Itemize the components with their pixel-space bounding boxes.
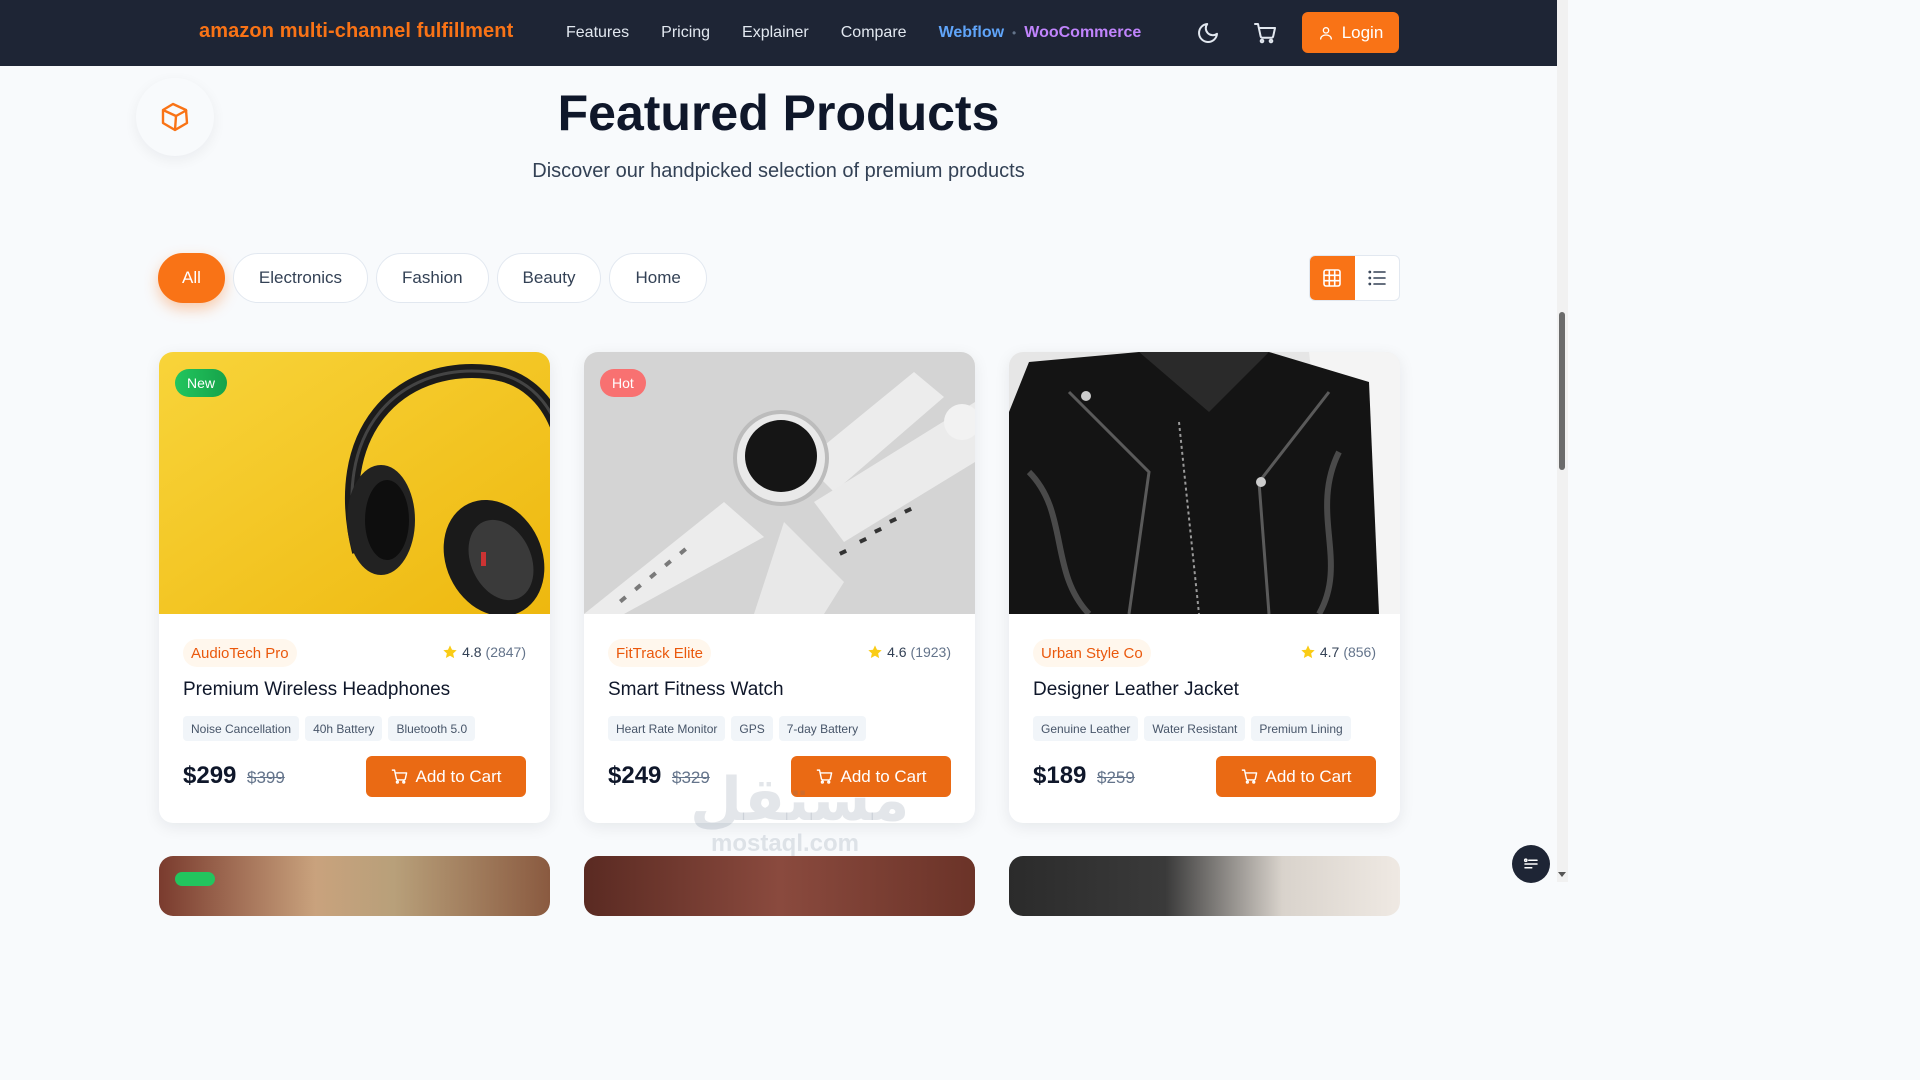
cart-button[interactable] [1250, 18, 1280, 48]
product-price: $299 [183, 762, 237, 789]
feature-tag: 7-day Battery [778, 716, 867, 741]
rating-value: 4.7 [1319, 644, 1340, 660]
product-card[interactable]: Hot FitTrack Elite 4.6 (1923) Smart Fitn… [584, 352, 975, 823]
product-card-partial[interactable] [584, 856, 975, 916]
feature-tag: Heart Rate Monitor [608, 716, 726, 741]
product-card-partial[interactable] [1009, 856, 1400, 916]
watermark: مستقل mostaql.com [690, 766, 910, 858]
product-old-price: $259 [1097, 768, 1135, 787]
review-count: (856) [1343, 644, 1376, 660]
scroll-down-arrow[interactable] [1558, 872, 1566, 877]
filter-beauty[interactable]: Beauty [496, 253, 602, 303]
nav-link-explainer[interactable]: Explainer [742, 24, 809, 42]
list-icon [1368, 270, 1386, 286]
star-icon [868, 645, 882, 659]
section-title: Featured Products [557, 85, 1000, 141]
nav-link-pricing[interactable]: Pricing [661, 24, 710, 42]
product-card[interactable]: New AudioTech Pro 4.8 (2847) Premium Wir… [159, 352, 550, 823]
feature-tag: 40h Battery [305, 716, 383, 741]
product-badge: New [175, 369, 228, 397]
product-rating: 4.6 (1923) [867, 644, 951, 660]
feature-tag: Bluetooth 5.0 [388, 716, 476, 741]
feature-tag: Genuine Leather [1033, 716, 1139, 741]
feature-tag: Premium Lining [1251, 716, 1351, 741]
user-icon [1319, 26, 1332, 40]
feature-tag: GPS [731, 716, 773, 741]
product-brand: AudioTech Pro [183, 639, 297, 667]
review-count: (1923) [910, 644, 951, 660]
floating-menu-button[interactable] [1512, 845, 1550, 883]
product-badge-partial [175, 872, 215, 886]
product-features: Heart Rate Monitor GPS 7-day Battery [608, 716, 867, 741]
brand-logo-text[interactable]: amazon multi-channel fulfillment [199, 20, 513, 43]
view-toggle [1309, 255, 1400, 301]
add-to-cart-button[interactable]: Add to Cart [366, 756, 526, 797]
login-button[interactable]: Login [1302, 12, 1399, 53]
add-to-cart-button[interactable]: Add to Cart [1216, 756, 1376, 797]
review-count: (2847) [485, 644, 526, 660]
star-icon [443, 645, 457, 659]
add-to-cart-label: Add to Cart [415, 766, 502, 786]
rating-value: 4.6 [887, 644, 907, 660]
star-icon [1301, 645, 1315, 659]
filter-home[interactable]: Home [609, 253, 707, 303]
product-features: Genuine Leather Water Resistant Premium … [1033, 716, 1351, 741]
feature-tag: Noise Cancellation [183, 716, 300, 741]
add-to-cart-label: Add to Cart [1265, 766, 1352, 786]
category-filter: All Electronics Fashion Beauty Home [158, 253, 707, 303]
section-subtitle: Discover our handpicked selection of pre… [532, 160, 1025, 182]
nav-link-features[interactable]: Features [566, 24, 629, 42]
product-brand: FitTrack Elite [608, 639, 711, 667]
nav-links: Features Pricing Explainer Compare Webfl… [566, 0, 1141, 66]
product-card[interactable]: Urban Style Co 4.7 (856) Designer Leathe… [1009, 352, 1400, 823]
product-price: $249 [608, 762, 662, 789]
rating-value: 4.8 [462, 644, 482, 660]
product-name[interactable]: Smart Fitness Watch [608, 679, 784, 701]
nav-separator: • [1012, 26, 1017, 40]
nav-link-woocommerce[interactable]: WooCommerce [1024, 24, 1141, 42]
cart-icon [391, 769, 407, 784]
cart-icon [1254, 23, 1276, 44]
product-rating: 4.8 (2847) [442, 644, 526, 660]
scrollbar-thumb[interactable] [1559, 312, 1565, 470]
product-badge: Hot [600, 369, 646, 397]
product-card-partial[interactable] [159, 856, 550, 916]
theme-toggle-button[interactable] [1193, 18, 1223, 48]
filter-electronics[interactable]: Electronics [232, 253, 369, 303]
filter-fashion[interactable]: Fashion [376, 253, 489, 303]
product-old-price: $399 [247, 768, 285, 787]
product-price: $189 [1033, 762, 1087, 789]
product-brand: Urban Style Co [1033, 639, 1151, 667]
top-navbar: amazon multi-channel fulfillment Feature… [0, 0, 1557, 66]
grid-view-button[interactable] [1310, 256, 1355, 300]
filter-all[interactable]: All [158, 253, 225, 303]
nav-link-compare[interactable]: Compare [841, 24, 907, 42]
moon-icon [1198, 23, 1218, 43]
nav-link-webflow[interactable]: Webflow [939, 24, 1004, 42]
product-name[interactable]: Premium Wireless Headphones [183, 679, 450, 701]
grid-icon [1323, 269, 1342, 287]
product-features: Noise Cancellation 40h Battery Bluetooth… [183, 716, 476, 741]
product-image-headphones[interactable]: New [159, 352, 550, 614]
product-rating: 4.7 (856) [1300, 644, 1376, 660]
cart-icon [1241, 769, 1257, 784]
product-image-jacket[interactable] [1009, 352, 1400, 614]
login-label: Login [1341, 22, 1384, 42]
feature-tag: Water Resistant [1144, 716, 1246, 741]
product-image-watch[interactable]: Hot [584, 352, 975, 614]
list-view-button[interactable] [1355, 256, 1400, 300]
product-name[interactable]: Designer Leather Jacket [1033, 679, 1239, 701]
menu-icon [1523, 858, 1538, 869]
